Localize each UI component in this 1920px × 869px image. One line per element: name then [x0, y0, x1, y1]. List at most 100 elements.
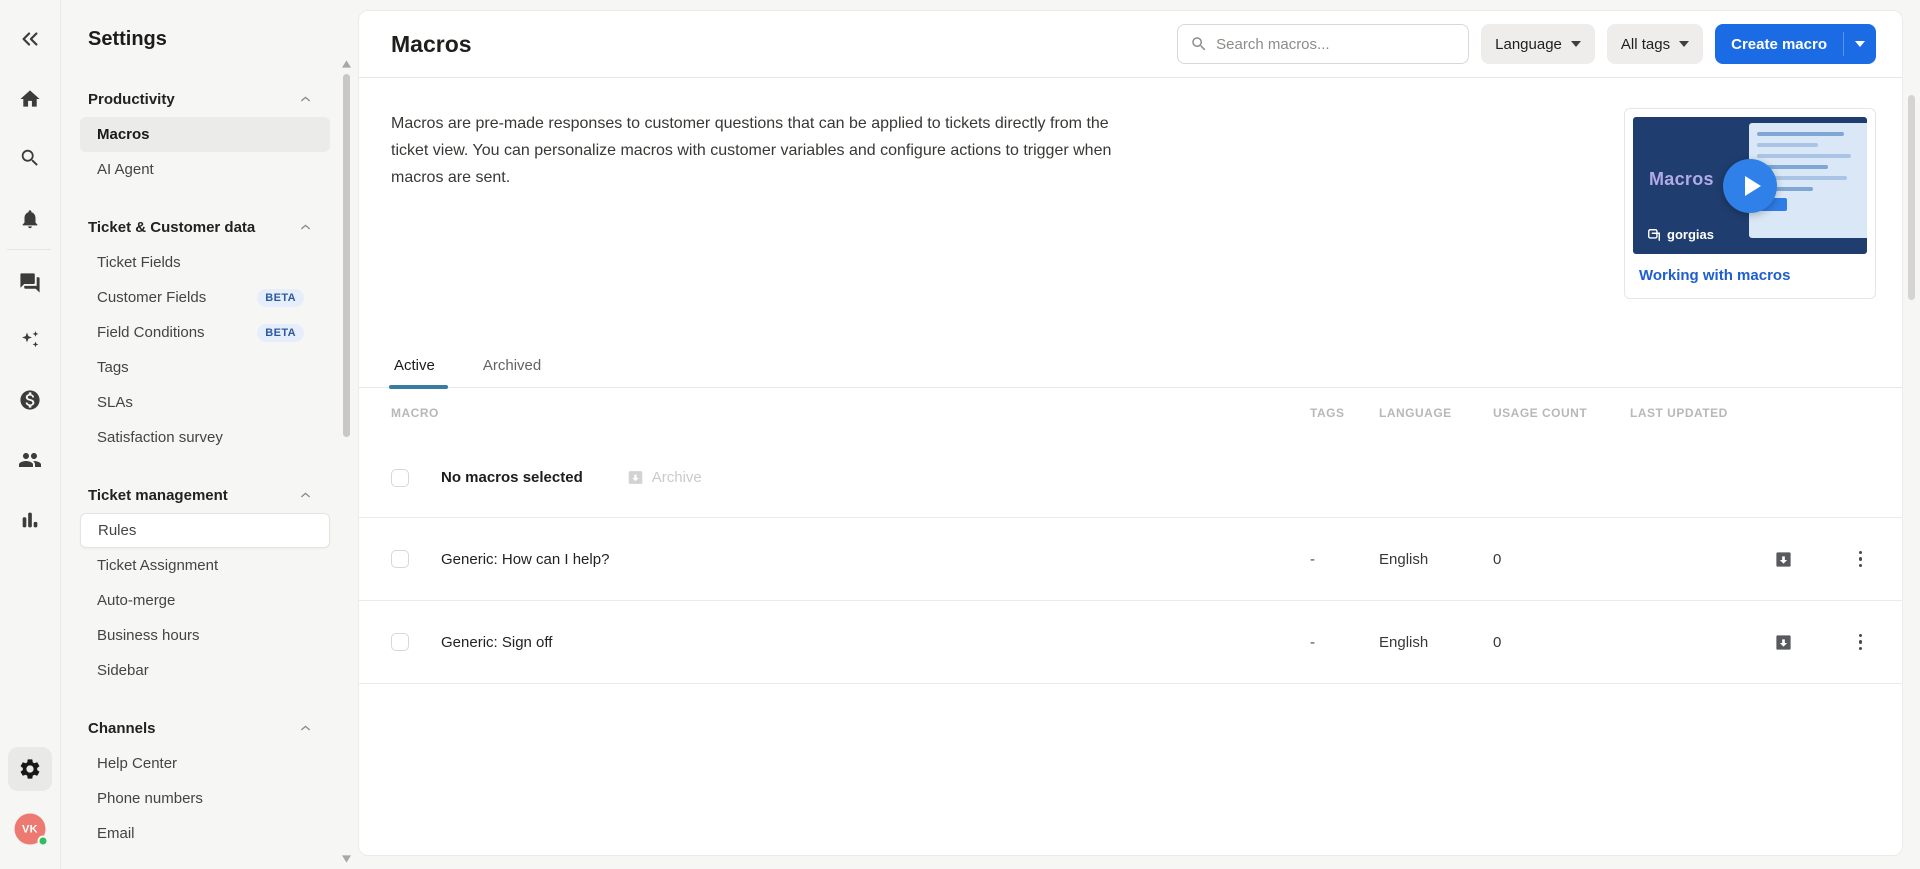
row-menu-kebab-icon[interactable]: [1853, 547, 1869, 572]
sidebar-item-ticket-fields[interactable]: Ticket Fields: [80, 245, 330, 280]
collapse-sidebar-icon[interactable]: [19, 28, 41, 50]
create-macro-button[interactable]: Create macro: [1715, 24, 1843, 64]
chevron-up-icon: [299, 221, 312, 234]
play-button[interactable]: [1723, 158, 1777, 213]
item-label: Auto-merge: [97, 592, 176, 609]
tags-filter-button[interactable]: All tags: [1606, 24, 1704, 64]
bulk-archive-action[interactable]: Archive: [627, 469, 702, 486]
sidebar-item-slas[interactable]: SLAs: [80, 385, 330, 420]
section-label: Ticket management: [88, 486, 228, 504]
sidebar-item-rules[interactable]: Rules: [80, 513, 330, 548]
online-status-dot: [37, 835, 49, 847]
sidebar-scroll-down-arrow[interactable]: [342, 855, 351, 863]
item-label: Field Conditions: [97, 324, 205, 341]
section-header-ticket-management[interactable]: Ticket management: [80, 477, 330, 513]
section-header-productivity[interactable]: Productivity: [80, 81, 330, 117]
customers-people-icon[interactable]: [18, 448, 42, 472]
cell-usage-count: 0: [1493, 550, 1502, 568]
sidebar-item-satisfaction-survey[interactable]: Satisfaction survey: [80, 420, 330, 455]
sidebar-item-macros[interactable]: Macros: [80, 117, 330, 152]
home-icon[interactable]: [19, 88, 42, 111]
gorgias-brand: gorgias: [1647, 227, 1714, 242]
language-filter-button[interactable]: Language: [1481, 24, 1595, 64]
item-label: Satisfaction survey: [97, 429, 223, 446]
table-row: Generic: Sign off - English 0: [359, 601, 1902, 684]
video-thumbnail[interactable]: Macros gorgias: [1633, 117, 1867, 254]
sidebar-item-sidebar[interactable]: Sidebar: [80, 653, 330, 688]
sidebar-item-ticket-assignment[interactable]: Ticket Assignment: [80, 548, 330, 583]
column-header-usage-count: USAGE COUNT: [1493, 406, 1588, 420]
item-label: Ticket Assignment: [97, 557, 219, 574]
section-ticket-management: Ticket management Rules Ticket Assignmen…: [80, 477, 330, 688]
settings-sidebar: Settings Productivity Macros AI Agent Ti…: [61, 0, 345, 869]
archive-label: Archive: [651, 469, 702, 486]
tutorial-video-card: Macros gorgias Working with macros: [1624, 108, 1876, 299]
video-thumbnail-title: Macros: [1649, 169, 1714, 189]
table-row: Generic: How can I help? - English 0: [359, 518, 1902, 601]
search-macros-input[interactable]: [1216, 35, 1459, 53]
item-label: Business hours: [97, 627, 200, 644]
working-with-macros-link[interactable]: Working with macros: [1633, 254, 1867, 298]
gorgias-logo-icon: [1648, 228, 1660, 241]
brand-label: gorgias: [1667, 227, 1714, 242]
select-all-checkbox[interactable]: [391, 468, 409, 487]
statistics-chart-icon[interactable]: [19, 509, 41, 531]
conversations-icon[interactable]: [19, 272, 42, 295]
chevron-up-icon: [299, 93, 312, 106]
sidebar-item-business-hours[interactable]: Business hours: [80, 618, 330, 653]
ai-sparkles-icon[interactable]: [18, 328, 42, 352]
row-checkbox[interactable]: [391, 633, 409, 651]
row-checkbox[interactable]: [391, 550, 409, 568]
item-label: Customer Fields: [97, 289, 207, 306]
sidebar-scrollbar-thumb[interactable]: [343, 74, 350, 437]
sidebar-item-field-conditions[interactable]: Field Conditions BETA: [80, 315, 330, 350]
cell-tags: -: [1310, 550, 1315, 568]
item-label: Sidebar: [97, 662, 149, 679]
archive-macro-button[interactable]: [1774, 633, 1793, 652]
item-label: AI Agent: [97, 161, 154, 178]
beta-badge: BETA: [257, 288, 304, 307]
create-macro-split-button: Create macro: [1715, 24, 1876, 64]
revenue-dollar-icon[interactable]: [19, 389, 42, 412]
item-label: Help Center: [97, 755, 178, 772]
icon-rail: VK: [0, 0, 61, 869]
sidebar-item-customer-fields[interactable]: Customer Fields BETA: [80, 280, 330, 315]
column-header-language: LANGUAGE: [1379, 406, 1452, 420]
item-label: SLAs: [97, 394, 133, 411]
row-menu-kebab-icon[interactable]: [1853, 630, 1869, 655]
avatar-initials: VK: [22, 823, 38, 835]
sidebar-item-help-center[interactable]: Help Center: [80, 746, 330, 781]
search-icon[interactable]: [19, 147, 41, 169]
sidebar-item-email[interactable]: Email: [80, 816, 330, 851]
section-label: Productivity: [88, 90, 175, 108]
macros-tabbar: Active Archived: [359, 345, 1902, 389]
macro-title[interactable]: Generic: Sign off: [441, 634, 552, 651]
bulk-selection-row: No macros selected Archive: [359, 438, 1902, 518]
tab-active[interactable]: Active: [389, 357, 448, 389]
rail-divider: [7, 249, 51, 250]
create-macro-dropdown-button[interactable]: [1844, 24, 1876, 64]
archive-macro-button[interactable]: [1774, 550, 1793, 569]
sidebar-item-ai-agent[interactable]: AI Agent: [80, 152, 330, 187]
sidebar-scroll-up-arrow[interactable]: [342, 60, 351, 68]
sidebar-item-phone-numbers[interactable]: Phone numbers: [80, 781, 330, 816]
chevron-down-icon: [1570, 41, 1581, 47]
column-header-macro: MACRO: [391, 406, 439, 420]
search-macros-box: [1177, 24, 1470, 64]
table-header: MACRO TAGS LANGUAGE USAGE COUNT LAST UPD…: [359, 388, 1902, 438]
main-scrollbar-thumb[interactable]: [1908, 95, 1915, 300]
section-header-channels[interactable]: Channels: [80, 710, 330, 746]
user-avatar[interactable]: VK: [14, 813, 49, 847]
settings-gear-icon[interactable]: [8, 747, 52, 791]
cell-language: English: [1379, 633, 1429, 651]
section-label: Channels: [88, 719, 156, 737]
notifications-bell-icon[interactable]: [19, 208, 41, 230]
macro-title[interactable]: Generic: How can I help?: [441, 551, 609, 568]
tab-archived[interactable]: Archived: [480, 357, 544, 387]
section-header-ticket-customer-data[interactable]: Ticket & Customer data: [80, 209, 330, 245]
section-channels: Channels Help Center Phone numbers Email: [80, 710, 330, 851]
sidebar-item-tags[interactable]: Tags: [80, 350, 330, 385]
search-icon: [1190, 35, 1208, 53]
item-label: Macros: [97, 126, 150, 143]
sidebar-item-auto-merge[interactable]: Auto-merge: [80, 583, 330, 618]
